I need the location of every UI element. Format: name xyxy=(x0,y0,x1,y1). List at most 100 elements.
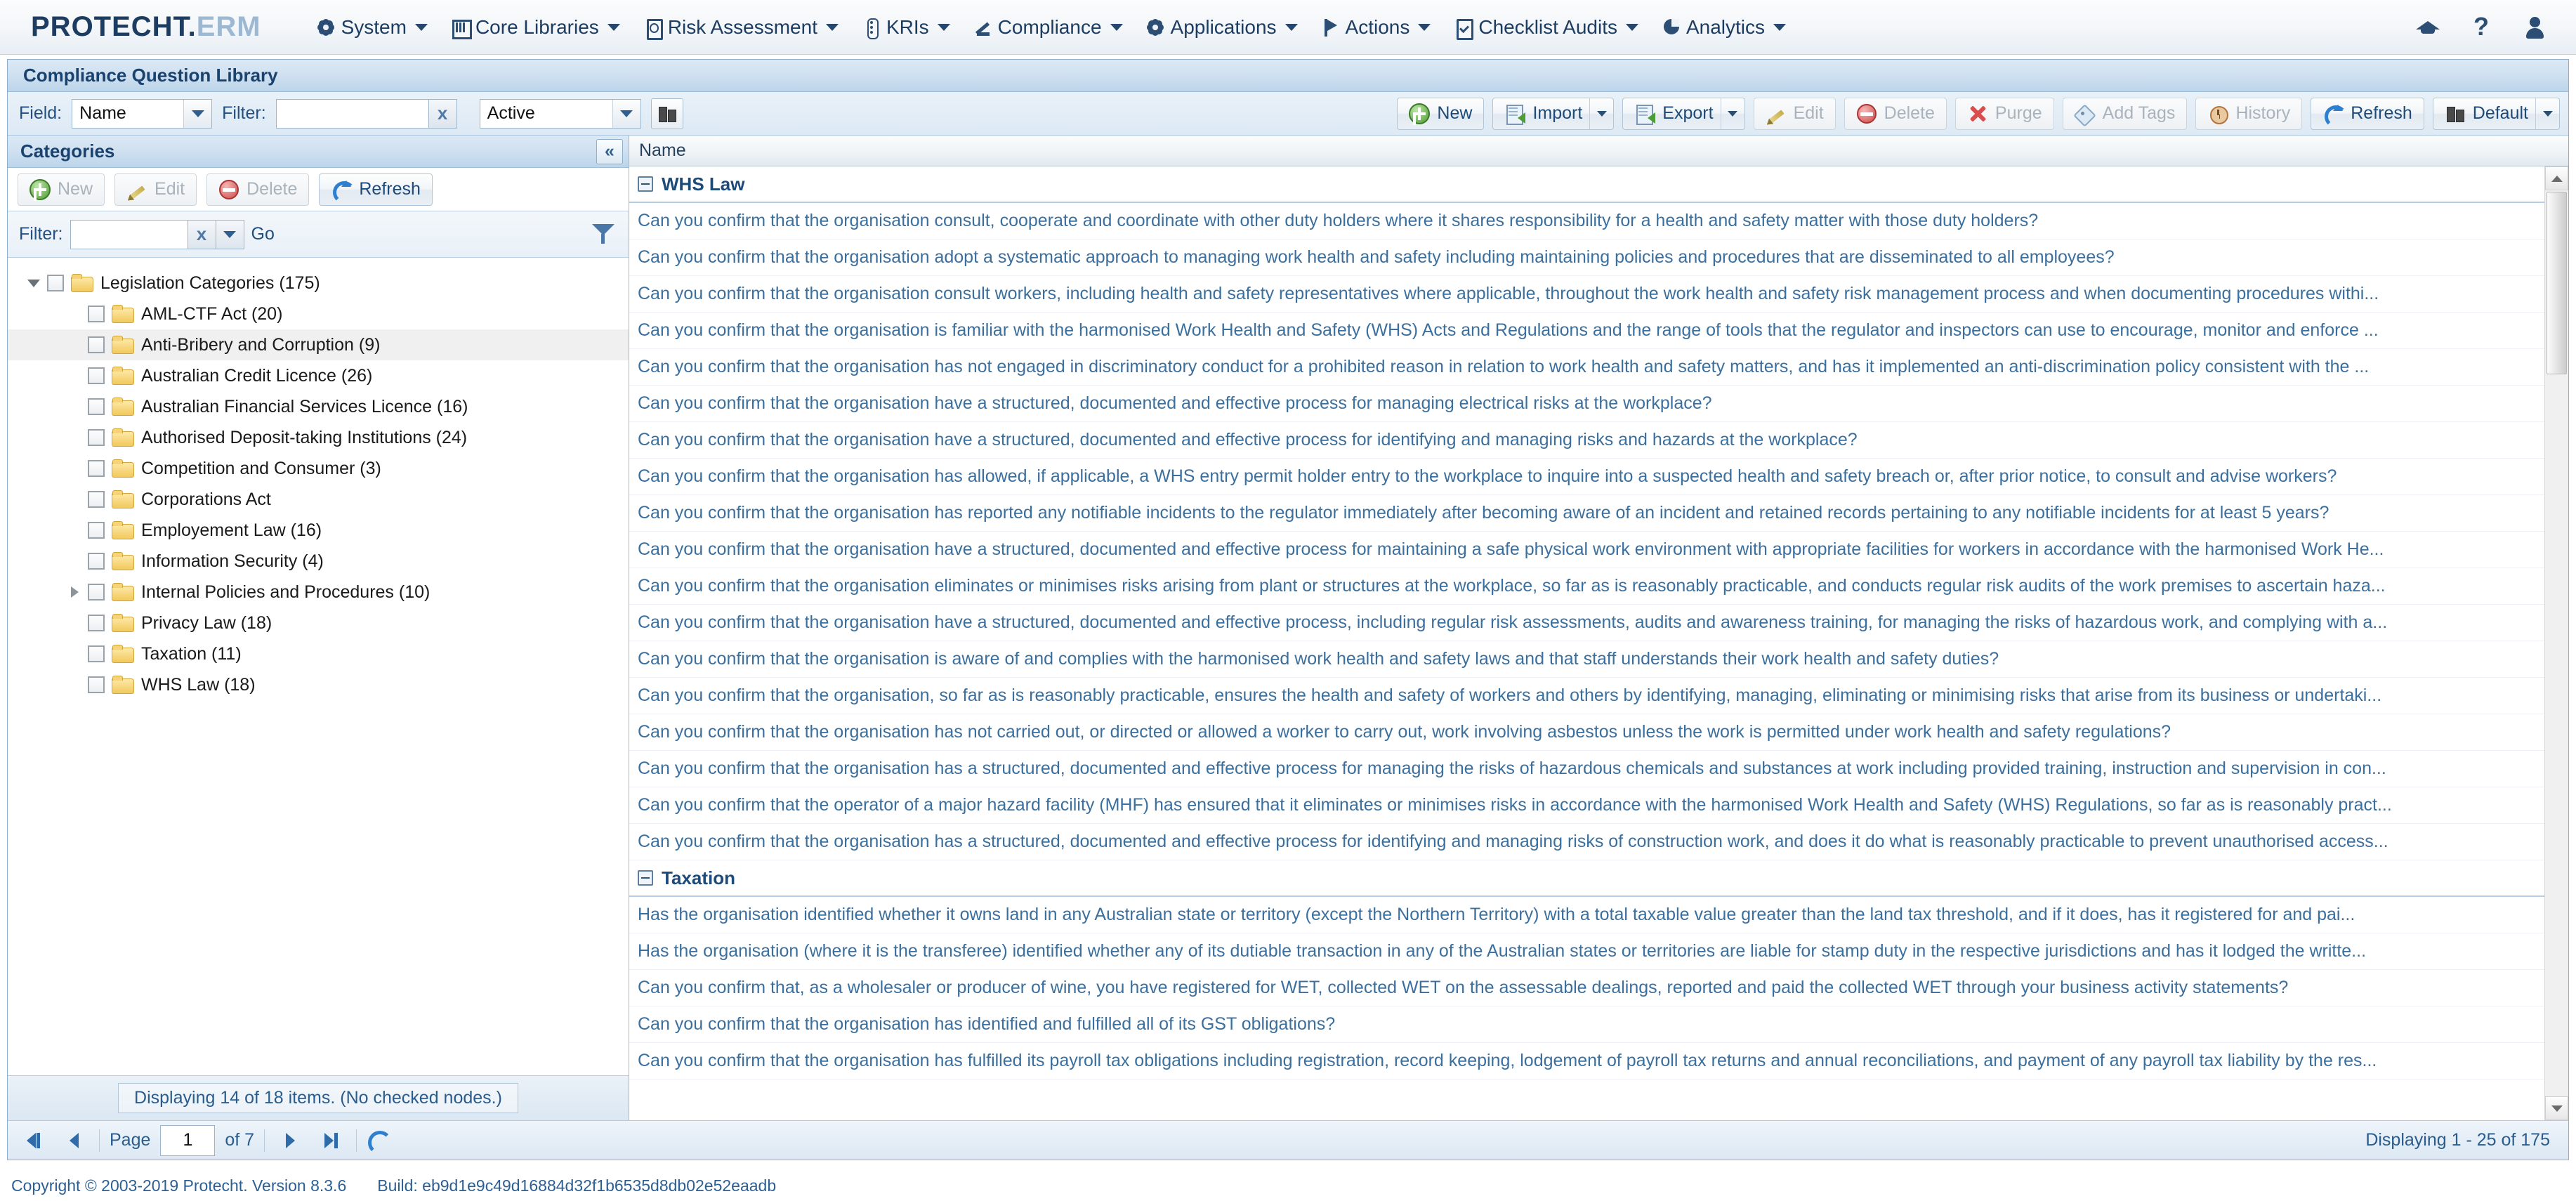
category-checkbox[interactable] xyxy=(88,367,105,384)
grid-column-header[interactable]: Name xyxy=(629,136,2568,166)
search-button[interactable] xyxy=(650,98,683,129)
table-row[interactable]: Has the organisation (where it is the tr… xyxy=(629,933,2544,970)
category-tree-item[interactable]: Information Security (4) xyxy=(8,546,629,577)
scroll-down-arrow-icon[interactable] xyxy=(2545,1096,2568,1120)
table-row[interactable]: Can you confirm that the organisation co… xyxy=(629,276,2544,313)
menu-item-kris[interactable]: KRIs xyxy=(850,12,961,43)
category-checkbox[interactable] xyxy=(88,398,105,415)
table-row[interactable]: Can you confirm that the organisation co… xyxy=(629,203,2544,239)
table-row[interactable]: Has the organisation identified whether … xyxy=(629,897,2544,933)
category-tree-item[interactable]: Taxation (11) xyxy=(8,638,629,669)
expand-collapse-right-icon[interactable] xyxy=(64,586,85,598)
table-row[interactable]: Can you confirm that the organisation ha… xyxy=(629,824,2544,860)
category-checkbox[interactable] xyxy=(88,429,105,446)
table-row[interactable]: Can you confirm that the organisation is… xyxy=(629,313,2544,349)
table-row[interactable]: Can you confirm that the organisation is… xyxy=(629,641,2544,678)
grid-group-header[interactable]: Taxation xyxy=(629,860,2544,897)
category-clear-filter-button[interactable]: x xyxy=(188,219,216,249)
page-number-input[interactable]: 1 xyxy=(160,1124,216,1156)
table-row[interactable]: Can you confirm that the organisation el… xyxy=(629,568,2544,605)
grid-vertical-scrollbar[interactable] xyxy=(2544,166,2568,1120)
table-row[interactable]: Can you confirm that the organisation ha… xyxy=(629,605,2544,641)
table-row[interactable]: Can you confirm that the organisation ad… xyxy=(629,239,2544,276)
menu-item-analytics[interactable]: Analytics xyxy=(1650,12,1797,43)
collapse-panel-button[interactable]: « xyxy=(596,138,623,164)
menu-item-applications[interactable]: Applications xyxy=(1134,12,1309,43)
scroll-up-arrow-icon[interactable] xyxy=(2545,166,2568,190)
category-tree-item[interactable]: Corporations Act xyxy=(8,484,629,515)
next-page-button[interactable] xyxy=(275,1127,305,1155)
category-checkbox[interactable] xyxy=(88,306,105,322)
menu-item-risk-assessment[interactable]: Risk Assessment xyxy=(631,12,850,43)
group-collapse-icon[interactable] xyxy=(638,176,653,192)
scrollbar-track[interactable] xyxy=(2545,376,2568,1096)
scrollbar-thumb[interactable] xyxy=(2547,192,2567,374)
last-page-button[interactable] xyxy=(315,1127,346,1155)
category-checkbox[interactable] xyxy=(47,275,64,291)
group-collapse-icon[interactable] xyxy=(638,870,653,886)
field-select[interactable]: Name xyxy=(72,98,213,129)
category-checkbox[interactable] xyxy=(88,522,105,539)
table-row[interactable]: Can you confirm that the organisation ha… xyxy=(629,495,2544,532)
pager-refresh-icon[interactable] xyxy=(367,1129,393,1155)
table-row[interactable]: Can you confirm that the organisation ha… xyxy=(629,349,2544,386)
category-checkbox[interactable] xyxy=(88,584,105,600)
new-button[interactable]: New xyxy=(1397,97,1485,130)
category-checkbox[interactable] xyxy=(88,676,105,693)
filter-input[interactable] xyxy=(275,98,429,129)
filter-funnel-icon[interactable] xyxy=(589,222,617,247)
expand-collapse-down-icon[interactable] xyxy=(23,280,44,287)
category-refresh-button[interactable]: Refresh xyxy=(319,173,433,206)
category-filter-dropdown-button[interactable] xyxy=(216,219,244,249)
table-row[interactable]: Can you confirm that the organisation ha… xyxy=(629,532,2544,568)
category-filter-input[interactable] xyxy=(70,219,188,249)
table-row[interactable]: Can you confirm that the organisation ha… xyxy=(629,459,2544,495)
category-tree-item[interactable]: Privacy Law (18) xyxy=(8,608,629,638)
refresh-button[interactable]: Refresh xyxy=(2311,97,2424,130)
table-row[interactable]: Can you confirm that the operator of a m… xyxy=(629,787,2544,824)
table-row[interactable]: Can you confirm that the organisation ha… xyxy=(629,386,2544,422)
default-view-button[interactable]: Default xyxy=(2432,97,2560,130)
export-button[interactable]: Export xyxy=(1622,97,1745,130)
clear-filter-button[interactable]: x xyxy=(428,98,457,129)
table-row[interactable]: Can you confirm that the organisation ha… xyxy=(629,714,2544,751)
menu-item-actions[interactable]: Actions xyxy=(1309,12,1443,43)
category-tree-item[interactable]: Internal Policies and Procedures (10) xyxy=(8,577,629,608)
category-tree-item[interactable]: Employement Law (16) xyxy=(8,515,629,546)
category-tree-item[interactable]: Australian Financial Services Licence (1… xyxy=(8,391,629,422)
menu-item-core-libraries[interactable]: Core Libraries xyxy=(439,12,631,43)
category-tree-item[interactable]: Australian Credit Licence (26) xyxy=(8,360,629,391)
previous-page-button[interactable] xyxy=(58,1127,89,1155)
category-tree-item[interactable]: Authorised Deposit-taking Institutions (… xyxy=(8,422,629,453)
chevron-down-icon[interactable] xyxy=(183,99,212,128)
table-row[interactable]: Can you confirm that the organisation ha… xyxy=(629,751,2544,787)
category-tree-item[interactable]: AML-CTF Act (20) xyxy=(8,298,629,329)
category-tree-item[interactable]: Competition and Consumer (3) xyxy=(8,453,629,484)
table-row[interactable]: Can you confirm that, as a wholesaler or… xyxy=(629,970,2544,1006)
category-checkbox[interactable] xyxy=(88,645,105,662)
category-checkbox[interactable] xyxy=(88,336,105,353)
first-page-button[interactable] xyxy=(18,1127,48,1155)
table-row[interactable]: Can you confirm that the organisation ha… xyxy=(629,1006,2544,1043)
category-tree-item[interactable]: WHS Law (18) xyxy=(8,669,629,700)
chevron-down-icon[interactable] xyxy=(612,99,640,128)
table-row[interactable]: Can you confirm that the organisation ha… xyxy=(629,1043,2544,1079)
category-tree-item[interactable]: Legislation Categories (175) xyxy=(8,268,629,298)
default-dropdown-arrow[interactable] xyxy=(2535,98,2559,129)
table-row[interactable]: Can you confirm that the organisation ha… xyxy=(629,422,2544,459)
export-dropdown-arrow[interactable] xyxy=(1720,98,1744,129)
category-checkbox[interactable] xyxy=(88,553,105,570)
user-avatar-icon[interactable] xyxy=(2523,14,2547,41)
category-checkbox[interactable] xyxy=(88,460,105,477)
menu-item-checklist-audits[interactable]: Checklist Audits xyxy=(1442,12,1650,43)
status-select[interactable]: Active xyxy=(479,98,641,129)
category-checkbox[interactable] xyxy=(88,491,105,508)
table-row[interactable]: Can you confirm that the organisation, s… xyxy=(629,678,2544,714)
import-dropdown-arrow[interactable] xyxy=(1589,98,1613,129)
menu-item-system[interactable]: System xyxy=(305,12,439,43)
graduation-cap-icon[interactable] xyxy=(2416,14,2440,41)
category-go-button[interactable]: Go xyxy=(251,224,275,244)
import-button[interactable]: Import xyxy=(1492,97,1615,130)
help-question-icon[interactable]: ? xyxy=(2469,13,2493,41)
category-checkbox[interactable] xyxy=(88,615,105,631)
